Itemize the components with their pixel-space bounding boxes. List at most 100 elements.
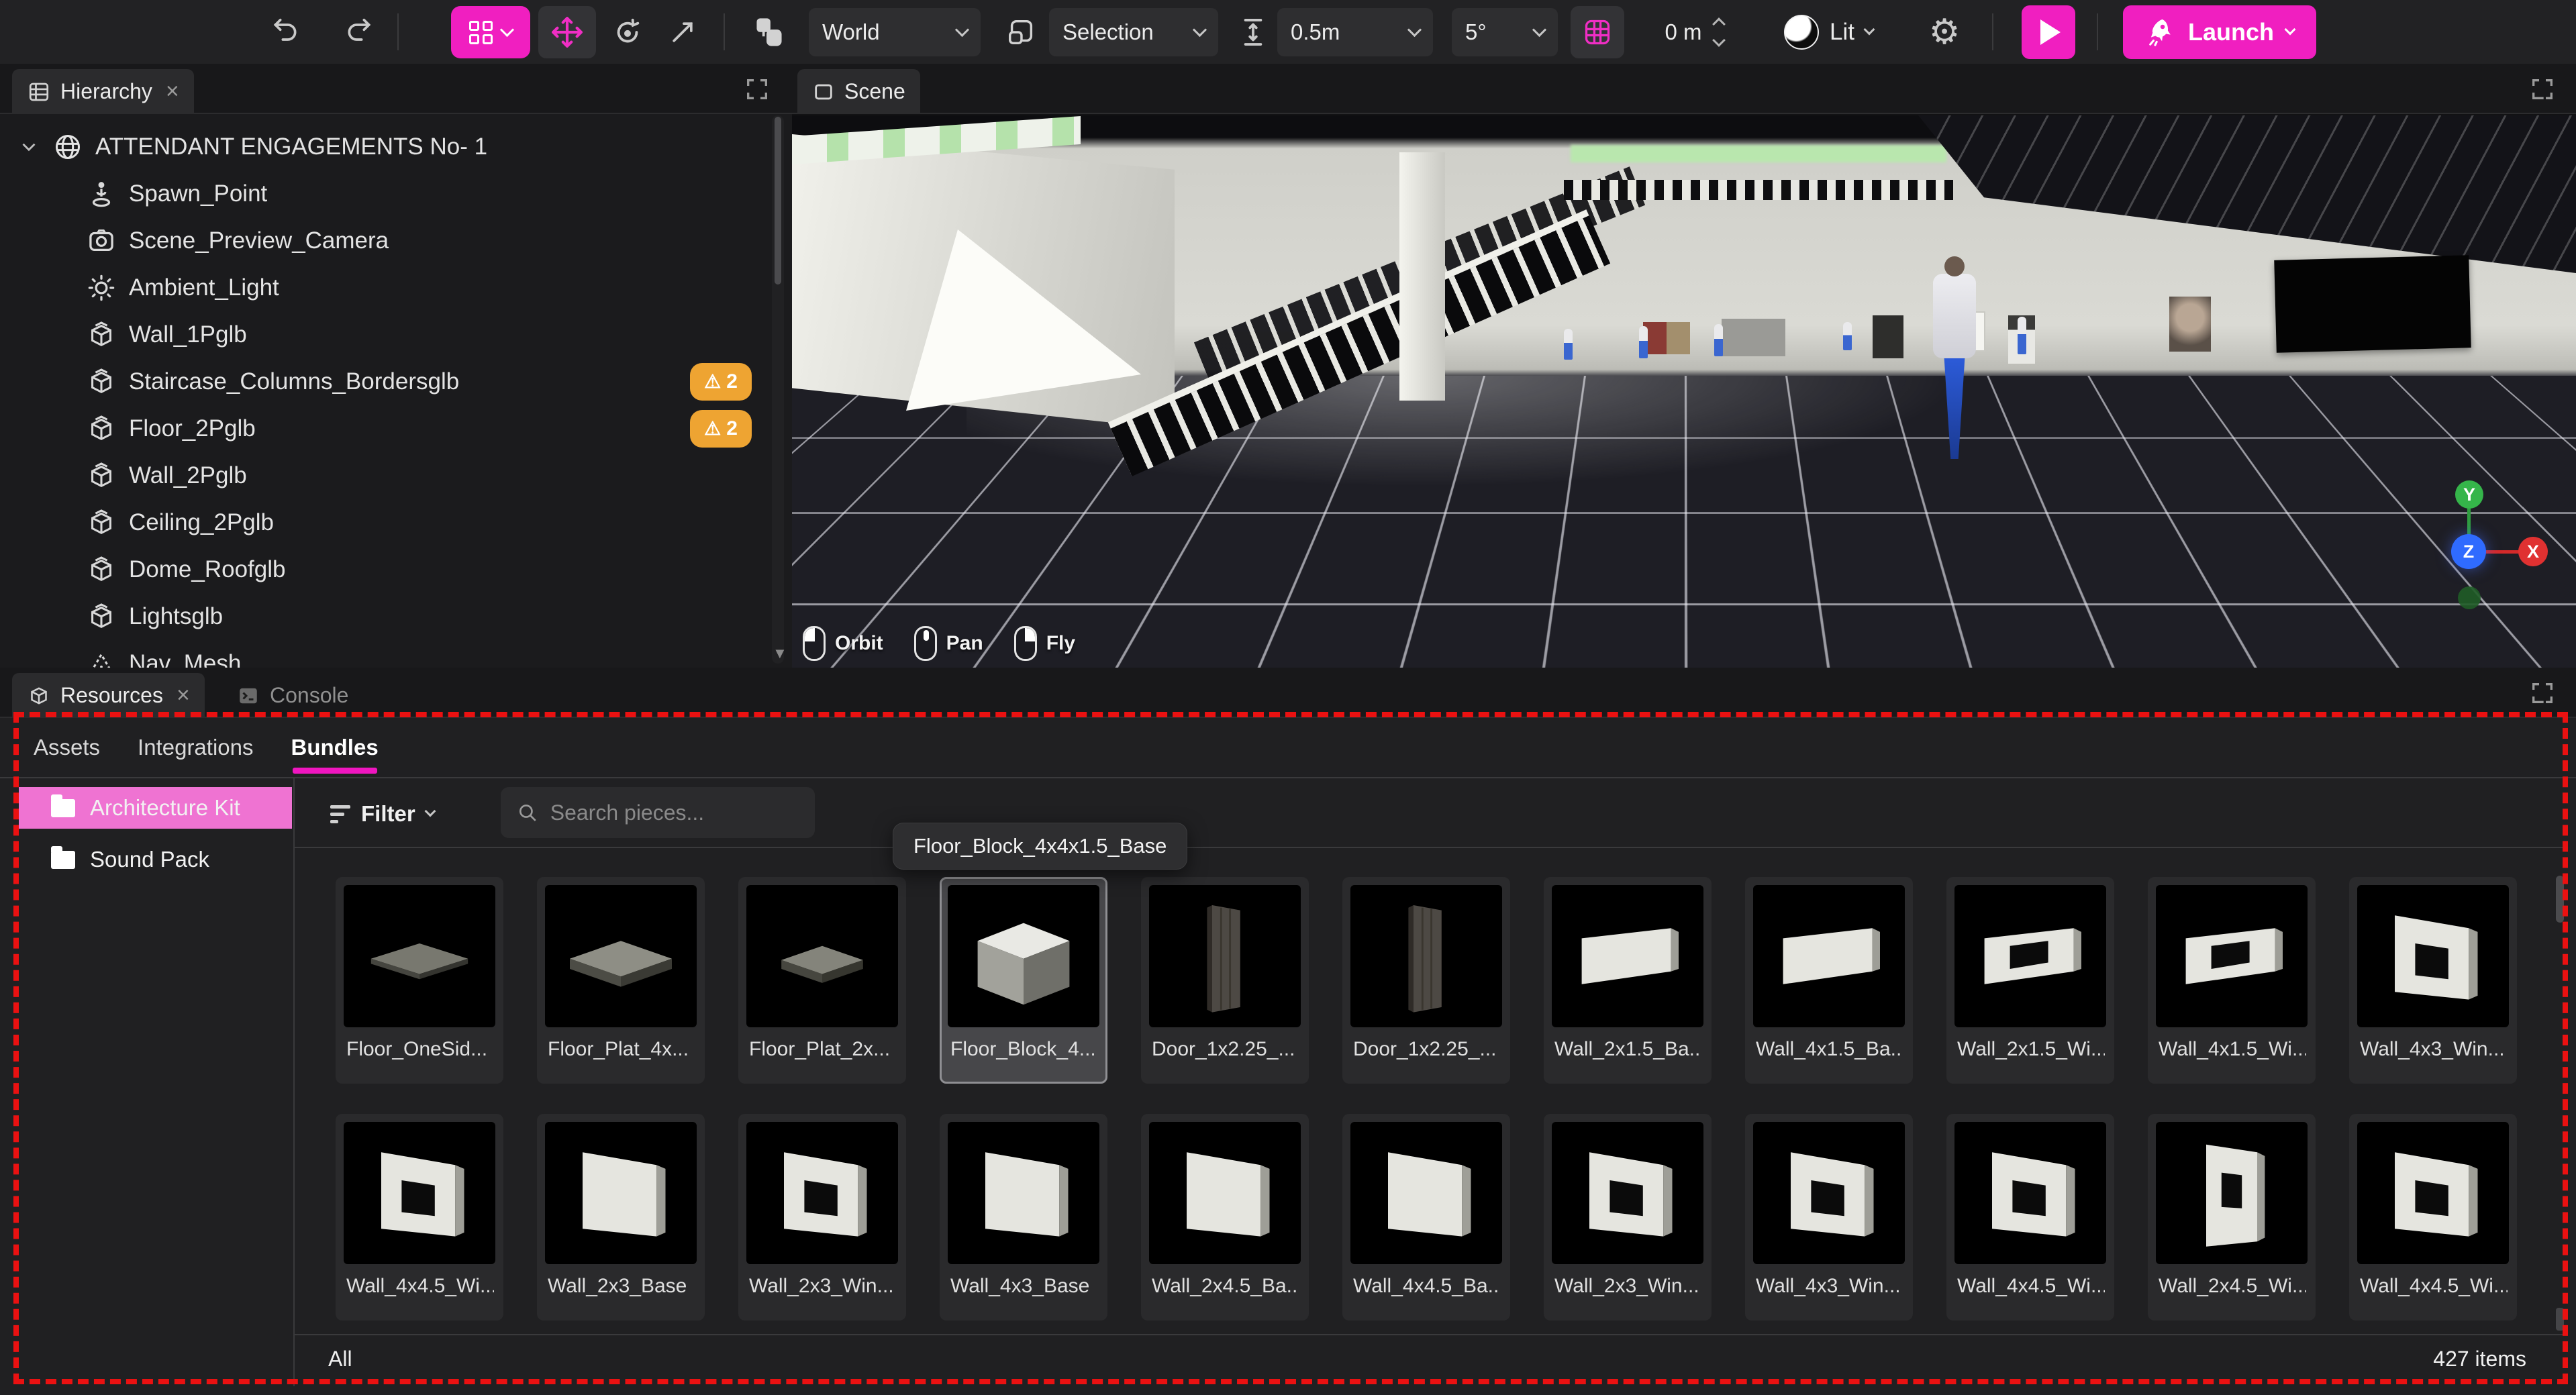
asset-tile[interactable]: Wall_4x3_Base — [940, 1114, 1107, 1321]
asset-label: Floor_Plat_2x... — [749, 1038, 897, 1061]
scrollbar-thumb[interactable] — [775, 117, 781, 285]
hierarchy-item[interactable]: Wall_1Pglb — [0, 311, 768, 358]
hierarchy-item[interactable]: Scene_Preview_Camera — [0, 217, 768, 264]
asset-palette-button[interactable] — [451, 6, 530, 58]
divider — [0, 777, 2576, 778]
asset-tile[interactable]: Wall_4x4.5_Wi... — [1946, 1114, 2114, 1321]
scale-tool-button[interactable] — [659, 0, 706, 64]
close-icon[interactable]: × — [166, 79, 179, 105]
fly-hint-label: Fly — [1046, 632, 1075, 655]
expand-panel-icon[interactable] — [2529, 76, 2556, 103]
hierarchy-item[interactable]: Ceiling_2Pglb — [0, 499, 768, 546]
step-down-icon[interactable] — [1712, 34, 1726, 47]
hierarchy-icon — [27, 80, 51, 104]
asset-label: Door_1x2.25_... — [1152, 1038, 1299, 1061]
redo-button[interactable] — [338, 0, 381, 64]
hierarchy-item[interactable]: Nav_Mesh — [0, 640, 768, 668]
asset-tile[interactable]: Wall_4x1.5_Ba... — [1745, 877, 1913, 1084]
elevation-stepper[interactable] — [1714, 19, 1724, 45]
search-input[interactable] — [550, 800, 799, 825]
hierarchy-root-item[interactable]: ATTENDANT ENGAGEMENTS No- 1 — [0, 123, 768, 170]
grid-snap-toggle[interactable] — [1571, 6, 1624, 58]
hierarchy-item[interactable]: Ambient_Light — [0, 264, 768, 311]
z-axis-handle[interactable]: Z — [2451, 534, 2486, 569]
asset-tile[interactable]: Wall_4x4.5_Ba... — [1342, 1114, 1510, 1321]
scene-viewport[interactable]: Y Z X Orbit Pan Fly — [792, 115, 2576, 668]
asset-tile[interactable]: Wall_2x4.5_Ba... — [1141, 1114, 1309, 1321]
close-icon[interactable]: × — [177, 682, 190, 709]
asset-tile[interactable]: Wall_2x3_Base — [537, 1114, 705, 1321]
viewport-mode-button[interactable] — [997, 0, 1044, 64]
hierarchy-item[interactable]: Floor_2Pglb⚠2 — [0, 405, 768, 452]
expand-panel-icon[interactable] — [744, 76, 771, 103]
asset-tile[interactable]: Wall_2x3_Win... — [738, 1114, 906, 1321]
search-box[interactable] — [501, 787, 815, 838]
asset-tile[interactable]: Wall_2x1.5_Wi... — [1946, 877, 2114, 1084]
subtab-assets[interactable]: Assets — [34, 735, 100, 760]
move-tool-button[interactable] — [538, 6, 596, 58]
asset-tile[interactable]: Door_1x2.25_... — [1141, 877, 1309, 1084]
tab-console[interactable]: Console — [221, 673, 363, 718]
rotate-snap-dropdown[interactable]: 5° — [1452, 8, 1558, 56]
asset-tile[interactable]: Wall_4x3_Win... — [1745, 1114, 1913, 1321]
scrollbar-thumb[interactable] — [2556, 876, 2564, 923]
subtab-bundles[interactable]: Bundles — [291, 735, 379, 760]
hierarchy-item[interactable]: Staircase_Columns_Bordersglb⚠2 — [0, 358, 768, 405]
transform-space-button[interactable] — [744, 0, 795, 64]
warning-badge[interactable]: ⚠2 — [690, 410, 752, 448]
hierarchy-item[interactable]: Lightsglb — [0, 593, 768, 640]
right-ceiling — [1918, 115, 2576, 273]
asset-tile[interactable]: Wall_4x4.5_Wi... — [336, 1114, 503, 1321]
asset-tile[interactable]: Floor_Block_4... — [940, 877, 1107, 1084]
warning-icon: ⚠ — [704, 372, 721, 391]
tab-scene[interactable]: Scene — [797, 69, 920, 114]
asset-tile[interactable]: Floor_Plat_2x... — [738, 877, 906, 1084]
filter-button[interactable]: Filter — [330, 794, 434, 834]
orientation-gizmo[interactable]: Y Z X — [2416, 464, 2564, 625]
asset-tile[interactable]: Wall_2x4.5_Wi... — [2148, 1114, 2316, 1321]
warning-badge[interactable]: ⚠2 — [690, 363, 752, 401]
selection-dropdown[interactable]: Selection — [1049, 8, 1218, 56]
hierarchy-item[interactable]: Spawn_Point — [0, 170, 768, 217]
asset-tile[interactable]: Wall_4x4.5_Wi... — [2349, 1114, 2517, 1321]
orbit-hint: Orbit — [803, 626, 883, 661]
asset-tile[interactable]: Floor_OneSid... — [336, 877, 503, 1084]
mesh-icon — [86, 319, 117, 350]
toolbar-separator — [397, 13, 399, 50]
grid-scrollbar[interactable] — [2555, 869, 2564, 1335]
tab-resources[interactable]: Resources × — [12, 673, 205, 718]
asset-tile[interactable]: Floor_Plat_4x... — [537, 877, 705, 1084]
mouse-left-button-icon — [803, 626, 826, 661]
tab-hierarchy[interactable]: Hierarchy × — [12, 69, 194, 114]
asset-tile[interactable]: Wall_2x3_Win... — [1544, 1114, 1712, 1321]
scroll-down-icon[interactable]: ▼ — [773, 645, 787, 662]
hierarchy-item[interactable]: Dome_Roofglb — [0, 546, 768, 593]
settings-button[interactable]: ⚙ — [1921, 0, 1968, 64]
asset-tile[interactable]: Door_1x2.25_... — [1342, 877, 1510, 1084]
scrollbar-thumb[interactable] — [2556, 1308, 2564, 1331]
launch-button[interactable]: Launch — [2123, 5, 2316, 59]
hierarchy-scrollbar[interactable]: ▼ — [772, 115, 784, 664]
hierarchy-item[interactable]: Wall_2Pglb — [0, 452, 768, 499]
negative-y-axis-handle[interactable] — [2458, 586, 2481, 609]
asset-tile[interactable]: Wall_4x3_Win... — [2349, 877, 2517, 1084]
step-up-icon[interactable] — [1712, 17, 1726, 31]
rotate-tool-button[interactable] — [604, 0, 651, 64]
folder-architecture-kit[interactable]: Architecture Kit — [19, 787, 292, 829]
expand-panel-icon[interactable] — [2529, 680, 2556, 707]
folder-sound-pack[interactable]: Sound Pack — [19, 839, 292, 880]
world-dropdown[interactable]: World — [809, 8, 981, 56]
elevation-control[interactable]: 0 m — [1634, 8, 1754, 56]
undo-button[interactable] — [264, 0, 307, 64]
fit-height-button[interactable] — [1234, 0, 1273, 64]
pan-hint-label: Pan — [946, 632, 983, 655]
asset-tile[interactable]: Wall_2x1.5_Ba... — [1544, 877, 1712, 1084]
asset-tile[interactable]: Wall_4x1.5_Wi... — [2148, 877, 2316, 1084]
y-axis-handle[interactable]: Y — [2455, 480, 2483, 509]
move-snap-dropdown[interactable]: 0.5m — [1277, 8, 1433, 56]
chevron-down-icon[interactable] — [17, 136, 40, 158]
subtab-integrations[interactable]: Integrations — [138, 735, 253, 760]
shading-mode-dropdown[interactable]: Lit — [1784, 0, 1873, 64]
x-axis-handle[interactable]: X — [2518, 537, 2548, 566]
play-button[interactable] — [2022, 5, 2075, 59]
